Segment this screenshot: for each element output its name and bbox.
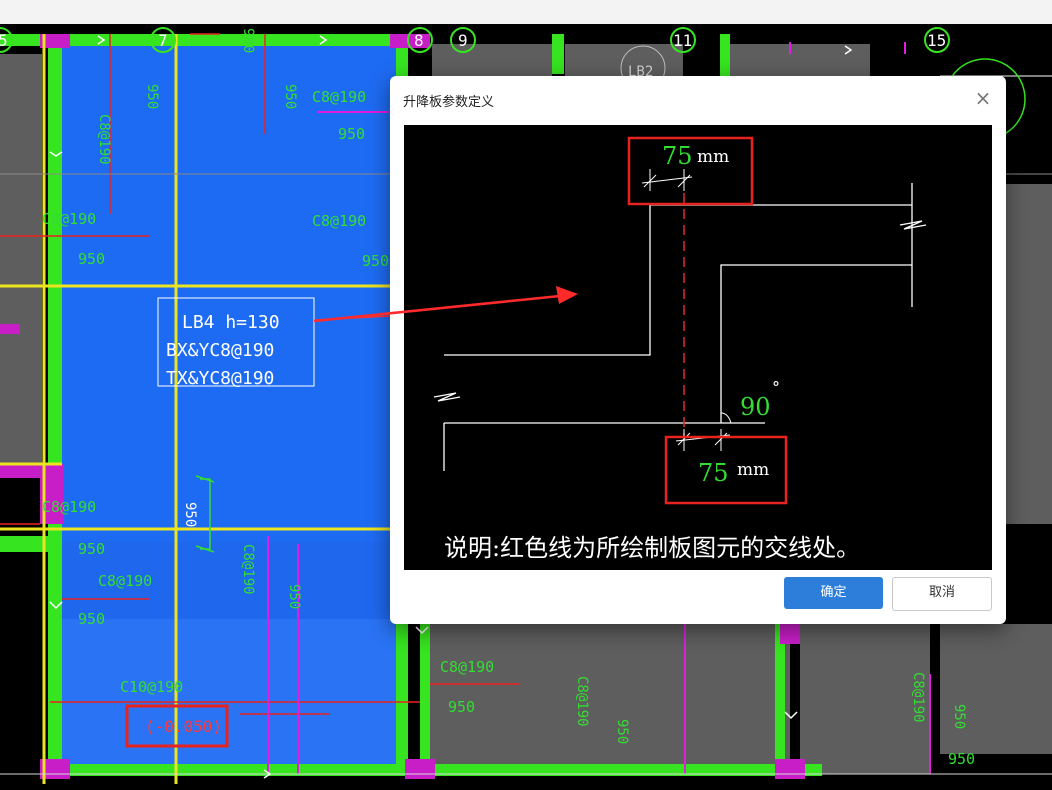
slab-label-line-3: TX&YC8@190: [166, 368, 274, 389]
rebar-text: C8@190: [42, 210, 96, 228]
axis-label-9: 9: [458, 31, 468, 50]
axis-label-5: 5: [0, 31, 8, 50]
rebar-text: C10@190: [120, 678, 183, 696]
dim-text: 950: [182, 502, 198, 527]
dialog-title: 升降板参数定义: [403, 95, 495, 110]
close-icon[interactable]: ×: [973, 88, 993, 108]
dim-text: 950: [282, 84, 298, 109]
slab-label-line-1: LB4 h=130: [182, 312, 280, 333]
rebar-text: C8@190: [42, 498, 96, 516]
bottom-offset-value[interactable]: 75: [698, 459, 729, 487]
axis-label-8: 8: [414, 31, 424, 50]
rebar-text: C8@190: [240, 544, 256, 595]
bottom-offset-unit: mm: [737, 460, 769, 480]
axis-label-7: 7: [158, 31, 168, 50]
rebar-text: C8@190: [98, 572, 152, 590]
rebar-text: C8@190: [96, 114, 112, 165]
dim-text: 950: [448, 698, 475, 716]
dim-text: 950: [144, 84, 160, 109]
dim-text: 950: [78, 250, 105, 268]
axis-label-11: 11: [673, 31, 692, 50]
blue-raised-slab: [62, 46, 407, 770]
ok-button[interactable]: 确定: [784, 577, 883, 609]
rebar-text: C8@190: [910, 672, 926, 723]
dim-text: 950: [614, 719, 630, 744]
rebar-text: C8@190: [312, 212, 366, 230]
dim-text: 950: [286, 584, 302, 609]
top-offset-value[interactable]: 75: [662, 142, 693, 170]
dim-text: 950: [948, 750, 975, 768]
rebar-text: C8@190: [440, 658, 494, 676]
angle-value[interactable]: 90: [740, 393, 771, 421]
rebar-text: C8@190: [312, 88, 366, 106]
axis-label-15: 15: [927, 31, 946, 50]
lift-slab-parameter-dialog: 升降板参数定义 × 75 mm 75 mm 90 ° 说明:红色线为所绘制板图元…: [390, 76, 1006, 624]
angle-degree-symbol: °: [772, 378, 780, 397]
dim-text: 950: [338, 125, 365, 143]
cancel-button[interactable]: 取消: [892, 577, 992, 611]
top-offset-unit: mm: [697, 147, 729, 167]
preview-note: 说明:红色线为所绘制板图元的交线处。: [444, 534, 860, 562]
dim-text: 950: [78, 540, 105, 558]
dim-text: 900: [240, 28, 256, 53]
dim-text: 950: [951, 704, 967, 729]
slab-label-line-2: BX&YC8@190: [166, 340, 274, 361]
dim-text: 950: [362, 252, 389, 270]
dim-text: 950: [78, 610, 105, 628]
rebar-text: C8@190: [574, 676, 590, 727]
elevation-tag-text: (-0.050): [145, 717, 222, 736]
parameter-preview-diagram: 75 mm 75 mm 90 ° 说明:红色线为所绘制板图元的交线处。: [404, 125, 992, 570]
